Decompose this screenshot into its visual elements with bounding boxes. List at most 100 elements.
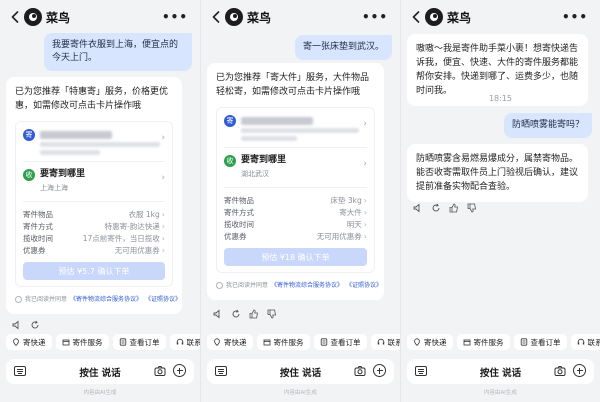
agreement-link-id[interactable]: 《证照协议》: [145, 293, 181, 306]
top-bar: 菜鸟 •••: [401, 0, 600, 34]
plus-icon[interactable]: [573, 364, 586, 377]
thumbs-up-icon[interactable]: [249, 309, 259, 319]
field-row[interactable]: 揽收时间 17点前寄件，当日揽收 ›: [23, 232, 165, 244]
sender-badge: 寄: [224, 115, 236, 127]
sender-address-redacted-2: [40, 150, 100, 155]
headset-icon: [577, 338, 584, 345]
pin-icon: [214, 338, 220, 346]
chip-service[interactable]: 寄件服务: [55, 334, 109, 350]
camera-icon[interactable]: [354, 365, 366, 377]
thumbs-down-icon[interactable]: [467, 203, 477, 213]
agreement-radio[interactable]: [216, 282, 223, 289]
field-label: 优惠券: [23, 245, 46, 255]
input-bar: 按住 说话: [207, 359, 394, 384]
receiver-address[interactable]: 收 要寄到哪里 湖北武汉 ›: [224, 154, 367, 181]
chip-service[interactable]: 寄件服务: [456, 334, 510, 350]
chevron-right-icon: ›: [161, 133, 165, 143]
field-row[interactable]: 寄件方式 特惠寄-韵达快递 ›: [23, 220, 165, 232]
refresh-icon[interactable]: [231, 309, 241, 319]
field-row[interactable]: 寄件方式 寄大件 ›: [224, 206, 367, 218]
back-icon[interactable]: [8, 9, 22, 25]
receiver-address[interactable]: 收 要寄到哪里 上海上海 ›: [23, 168, 165, 195]
camera-icon[interactable]: [554, 365, 566, 377]
input-bar: 按住 说话: [6, 359, 194, 384]
ai-generated-note: 内容由AI生成: [284, 390, 317, 396]
user-message: 防晒喷雾能寄吗？: [503, 113, 592, 138]
sender-address[interactable]: 寄 ›: [224, 114, 367, 141]
user-message: 寄一张床垫到武汉。: [294, 35, 392, 60]
confirm-order-button[interactable]: 预估 ¥18 确认下单: [224, 248, 367, 266]
speaker-icon[interactable]: [413, 203, 423, 213]
more-icon[interactable]: •••: [562, 10, 588, 24]
more-icon[interactable]: •••: [362, 10, 388, 24]
field-row[interactable]: 寄件物品 床垫 3kg ›: [224, 194, 367, 206]
chip-orders[interactable]: 查看订单: [112, 334, 166, 350]
sender-badge: 寄: [23, 129, 35, 141]
refresh-icon[interactable]: [30, 320, 40, 330]
field-row[interactable]: 优惠券 无可用优惠券 ›: [23, 244, 165, 256]
bot-order-card: 已为您推荐「特惠寄」服务，价格更优惠，如需修改可点击卡片操作哦 寄 › 收 要寄…: [6, 77, 182, 314]
agreement-prefix: 我已阅读并同意: [226, 282, 269, 289]
field-row[interactable]: 寄件物品 衣服 1kg ›: [23, 208, 165, 220]
field-row[interactable]: 优惠券 无可用优惠券 ›: [224, 230, 367, 242]
chip-label: 寄快递: [23, 337, 46, 347]
screen-2: 菜鸟 ••• 寄一张床垫到武汉。 已为您推荐「寄大件」服务，大件物品轻松寄，如需…: [200, 0, 400, 402]
agreement-link-service[interactable]: 《寄件物流综合服务协议》: [271, 279, 343, 292]
back-icon[interactable]: [409, 9, 423, 25]
chevron-right-icon: ›: [161, 173, 165, 183]
agreement-prefix: 我已阅读并同意: [25, 296, 68, 303]
thumbs-up-icon[interactable]: [449, 203, 459, 213]
agreement-radio[interactable]: [15, 296, 22, 303]
plus-icon[interactable]: [173, 364, 186, 377]
receiver-badge: 收: [23, 169, 35, 181]
chip-label: 寄快递: [424, 337, 447, 347]
feedback-row: [213, 309, 277, 319]
input-bar: 按住 说话: [407, 359, 594, 384]
sender-address-redacted-2: [241, 136, 297, 141]
bot-intro-text: 已为您推荐「寄大件」服务，大件物品轻松寄，如需修改可点击卡片操作哦: [216, 73, 370, 97]
screen-1: 菜鸟 ••• 我要寄件衣服到上海，便宜点的今天上门。 已为您推荐「特惠寄」服务，…: [0, 0, 200, 402]
order-details: 寄 › 收 要寄到哪里 上海上海 › 寄件物品 衣服 1kg › 寄件方式 特惠…: [15, 121, 173, 287]
back-icon[interactable]: [209, 9, 223, 25]
chip-label: 联系客服: [587, 337, 600, 347]
camera-icon[interactable]: [154, 365, 166, 377]
quick-actions: 寄快递 寄件服务 查看订单 联系客服: [207, 334, 400, 350]
bot-intro-text: 已为您推荐「特惠寄」服务，价格更优惠，如需修改可点击卡片操作哦: [15, 87, 169, 111]
chip-support[interactable]: 联系客服: [370, 334, 400, 350]
chip-orders[interactable]: 查看订单: [513, 334, 567, 350]
headset-icon: [176, 338, 183, 345]
sender-name-redacted: [241, 117, 313, 125]
feedback-row: [413, 203, 477, 213]
chip-send[interactable]: 寄快递: [6, 334, 52, 350]
plus-icon[interactable]: [373, 364, 386, 377]
box-icon: [263, 339, 270, 346]
field-row[interactable]: 揽收时间 明天 ›: [224, 218, 367, 230]
refresh-icon[interactable]: [431, 203, 441, 213]
chip-label: 寄件服务: [72, 337, 103, 347]
thumbs-down-icon[interactable]: [267, 309, 277, 319]
bot-order-card: 已为您推荐「寄大件」服务，大件物品轻松寄，如需修改可点击卡片操作哦 寄 › 收 …: [207, 63, 384, 300]
receiver-title: 要寄到哪里: [241, 155, 287, 165]
order-details: 寄 › 收 要寄到哪里 湖北武汉 › 寄件物品 床垫 3kg › 寄件方式 寄大…: [216, 107, 375, 273]
chip-orders[interactable]: 查看订单: [313, 334, 367, 350]
chip-service[interactable]: 寄件服务: [256, 334, 310, 350]
more-icon[interactable]: •••: [162, 10, 188, 24]
sender-address[interactable]: 寄 ›: [23, 128, 165, 155]
headset-icon: [377, 338, 384, 345]
speaker-icon[interactable]: [12, 320, 22, 330]
receiver-badge: 收: [224, 155, 236, 167]
chip-support[interactable]: 联系客服: [169, 334, 200, 350]
sender-address-redacted: [241, 128, 359, 133]
screen-3: 菜鸟 ••• 嗷嗷～我是寄件助手菜小裹！想寄快递告诉我，便宜、快速、大件的寄件服…: [400, 0, 600, 402]
bot-answer: 防晒喷雾含易燃易爆成分，属禁寄物品。能否收寄需取件员上门验视后确认，建议提前准备…: [407, 144, 588, 202]
speaker-icon[interactable]: [213, 309, 223, 319]
agreement-link-id[interactable]: 《证照协议》: [346, 279, 382, 292]
app-title: 菜鸟: [46, 11, 71, 25]
chip-send[interactable]: 寄快递: [407, 334, 453, 350]
chip-send[interactable]: 寄快递: [207, 334, 253, 350]
app-logo-icon: [225, 8, 243, 26]
confirm-order-button[interactable]: 预估 ¥5.7 确认下单: [23, 262, 165, 280]
list-icon: [320, 338, 327, 346]
agreement-link-service[interactable]: 《寄件物流综合服务协议》: [70, 293, 142, 306]
chip-support[interactable]: 联系客服: [570, 334, 600, 350]
